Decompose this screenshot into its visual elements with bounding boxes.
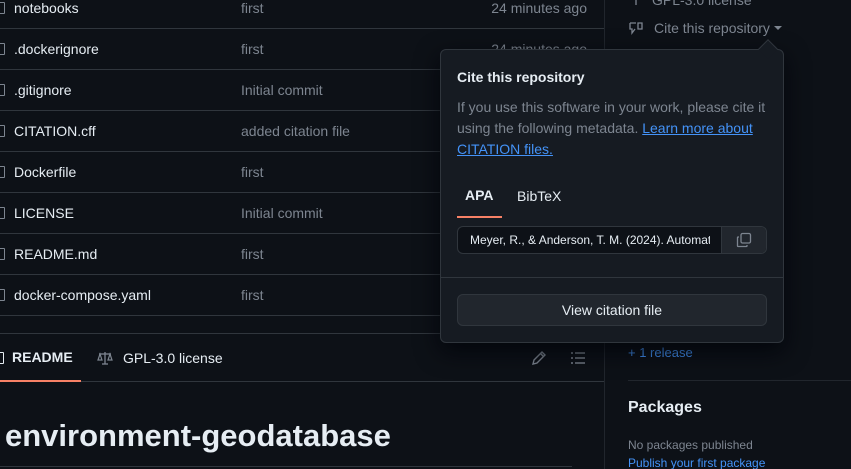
- pencil-icon[interactable]: [531, 350, 547, 366]
- tab-license-label: GPL-3.0 license: [123, 350, 223, 366]
- quote-icon: [629, 22, 643, 35]
- file-row[interactable]: notebooks first 24 minutes ago: [0, 0, 604, 29]
- file-commit-message[interactable]: first: [241, 164, 264, 180]
- readme-title: environment-geodatabase: [5, 418, 391, 453]
- view-citation-file-button[interactable]: View citation file: [457, 294, 767, 326]
- scale-icon: [635, 0, 637, 5]
- no-packages-text: No packages published: [628, 438, 753, 452]
- file-commit-time: 24 minutes ago: [491, 0, 587, 16]
- file-name[interactable]: .dockerignore: [14, 41, 99, 57]
- file-icon: [0, 84, 5, 96]
- tab-readme[interactable]: README: [0, 334, 81, 382]
- popover-description: If you use this software in your work, p…: [457, 97, 775, 160]
- file-name[interactable]: .gitignore: [14, 82, 72, 98]
- file-icon: [0, 166, 5, 178]
- file-commit-message[interactable]: added citation file: [241, 123, 350, 139]
- popover-arrow: [758, 39, 778, 59]
- file-commit-message[interactable]: first: [241, 0, 264, 16]
- file-name[interactable]: Dockerfile: [14, 164, 76, 180]
- book-icon: [0, 352, 4, 364]
- title-divider: [0, 466, 572, 467]
- popover-title: Cite this repository: [457, 69, 585, 85]
- file-commit-message[interactable]: first: [241, 287, 264, 303]
- caret-down-icon: [773, 26, 782, 30]
- file-icon: [0, 289, 5, 301]
- citation-field-group: [457, 226, 767, 254]
- file-commit-message[interactable]: Initial commit: [241, 82, 323, 98]
- file-icon: [0, 43, 5, 55]
- copy-icon: [736, 232, 752, 248]
- sidebar-section-divider: [628, 380, 851, 381]
- scale-icon: [97, 352, 113, 365]
- citation-text-field[interactable]: [458, 227, 722, 253]
- popover-divider: [441, 277, 783, 278]
- file-name[interactable]: LICENSE: [14, 205, 74, 221]
- tab-license[interactable]: GPL-3.0 license: [97, 334, 223, 382]
- publish-package-link[interactable]: Publish your first package: [628, 456, 765, 469]
- file-name[interactable]: README.md: [14, 246, 97, 262]
- sidebar-license-label: GPL-3.0 license: [652, 0, 752, 8]
- copy-citation-button[interactable]: [721, 227, 766, 253]
- tab-readme-label: README: [12, 349, 73, 365]
- file-name[interactable]: docker-compose.yaml: [14, 287, 151, 303]
- citation-format-tabs: APA BibTeX: [457, 174, 767, 218]
- file-icon: [0, 248, 5, 260]
- file-name[interactable]: notebooks: [14, 0, 79, 16]
- releases-link[interactable]: + 1 release: [628, 345, 693, 360]
- outline-list-icon[interactable]: [570, 350, 586, 366]
- tab-apa[interactable]: APA: [457, 174, 502, 218]
- sidebar-license-link[interactable]: GPL-3.0 license: [628, 0, 752, 8]
- file-name[interactable]: CITATION.cff: [14, 123, 96, 139]
- folder-icon: [0, 2, 5, 14]
- file-commit-message[interactable]: Initial commit: [241, 205, 323, 221]
- file-icon: [0, 125, 5, 137]
- file-commit-message[interactable]: first: [241, 246, 264, 262]
- cite-repository-label: Cite this repository: [654, 20, 770, 36]
- packages-heading[interactable]: Packages: [628, 399, 702, 417]
- cite-popover: Cite this repository If you use this sof…: [440, 39, 784, 343]
- tab-bibtex[interactable]: BibTeX: [509, 174, 569, 218]
- file-icon: [0, 207, 5, 219]
- cite-repository-button[interactable]: Cite this repository: [628, 20, 782, 36]
- file-commit-message[interactable]: first: [241, 41, 264, 57]
